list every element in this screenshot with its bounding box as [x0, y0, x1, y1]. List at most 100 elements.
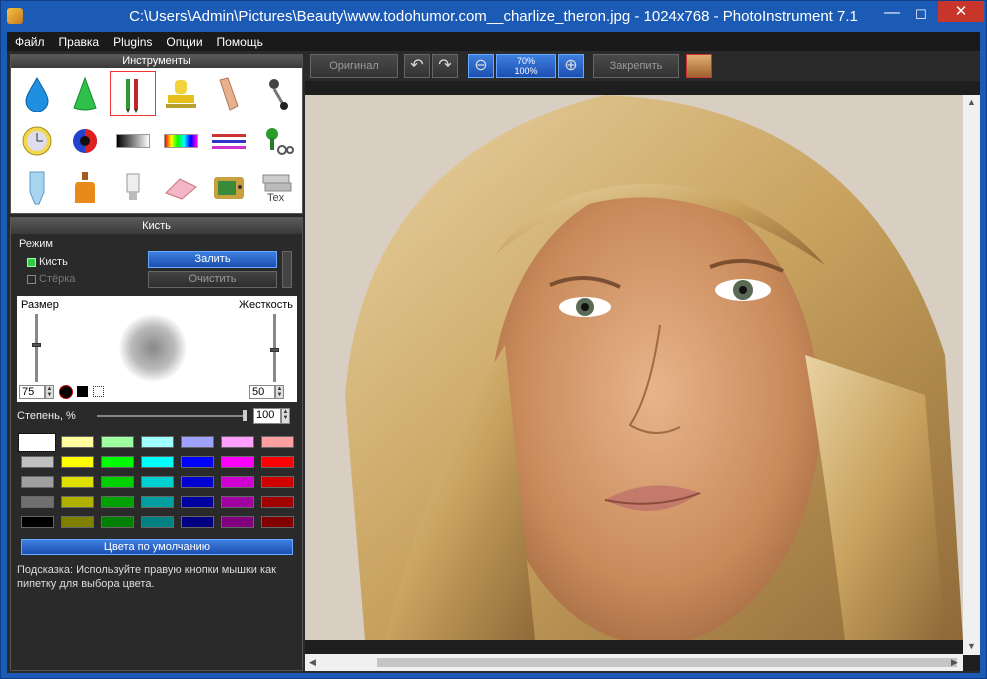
fill-button[interactable]: Залить: [148, 251, 277, 268]
color-swatch[interactable]: [21, 456, 54, 468]
color-swatch[interactable]: [101, 516, 134, 528]
color-swatch[interactable]: [61, 456, 94, 468]
pin-icon[interactable]: [253, 70, 301, 117]
image-viewport[interactable]: ▲ ▼ ◀ ▶: [305, 81, 980, 671]
color-swatch[interactable]: [101, 496, 134, 508]
strength-input[interactable]: 100: [253, 408, 281, 424]
hardness-spinner[interactable]: ▲ ▼: [275, 385, 284, 399]
color-swatch[interactable]: [101, 456, 134, 468]
color-swatch[interactable]: [221, 496, 254, 508]
color-swatch[interactable]: [261, 436, 294, 448]
color-swatch[interactable]: [141, 436, 174, 448]
eraser-option-label: Стёрка: [39, 273, 76, 285]
size-input[interactable]: 75: [19, 385, 45, 399]
color-swatch[interactable]: [61, 436, 94, 448]
eraser-icon[interactable]: [157, 164, 205, 211]
close-button[interactable]: ✕: [938, 1, 984, 22]
strength-spinner[interactable]: ▲ ▼: [281, 408, 290, 424]
round-brush-icon[interactable]: [59, 385, 73, 399]
maximize-button[interactable]: ☐: [910, 5, 932, 25]
text-layers-icon[interactable]: Tex: [253, 164, 301, 211]
color-swatch[interactable]: [61, 516, 94, 528]
color-swatch[interactable]: [141, 476, 174, 488]
color-swatch[interactable]: [261, 496, 294, 508]
color-swatch[interactable]: [261, 516, 294, 528]
redo-icon[interactable]: ↷: [432, 54, 458, 78]
color-swatch[interactable]: [141, 456, 174, 468]
undo-icon[interactable]: ↶: [404, 54, 430, 78]
zoom-in-icon[interactable]: ⊕: [558, 54, 584, 78]
hardness-input[interactable]: 50: [249, 385, 275, 399]
color-swatch[interactable]: [18, 433, 56, 452]
menu-file[interactable]: Файл: [7, 32, 51, 49]
original-button[interactable]: Оригинал: [310, 54, 398, 78]
color-swatch[interactable]: [261, 456, 294, 468]
menu-plugins[interactable]: Plugins: [105, 32, 158, 49]
color-swatch[interactable]: [21, 496, 54, 508]
zoom-toggle[interactable]: 70% 100%: [496, 54, 556, 78]
thumbnail-icon[interactable]: [686, 54, 712, 78]
menu-options[interactable]: Опции: [158, 32, 208, 49]
color-swatch[interactable]: [221, 516, 254, 528]
bottle-icon[interactable]: [61, 164, 109, 211]
color-swatch[interactable]: [261, 476, 294, 488]
panel-scroll-handle[interactable]: [282, 251, 292, 288]
stamp-icon[interactable]: [157, 70, 205, 117]
color-swatch[interactable]: [21, 476, 54, 488]
size-slider-knob[interactable]: [32, 343, 41, 347]
color-swatch[interactable]: [61, 476, 94, 488]
default-colors-button[interactable]: Цвета по умолчанию: [21, 539, 293, 555]
selection-brush-icon[interactable]: [93, 386, 104, 397]
strength-slider[interactable]: [97, 415, 247, 417]
scissors-plant-icon[interactable]: [253, 117, 301, 164]
strength-slider-knob[interactable]: [243, 410, 247, 421]
tv-icon[interactable]: [205, 164, 253, 211]
color-swatch[interactable]: [61, 496, 94, 508]
eraser-checkbox[interactable]: [27, 275, 36, 284]
clear-button[interactable]: Очистить: [148, 271, 277, 288]
color-swatch[interactable]: [181, 436, 214, 448]
clock-icon[interactable]: [13, 117, 61, 164]
color-swatch[interactable]: [221, 456, 254, 468]
color-swatch[interactable]: [141, 496, 174, 508]
scroll-left-icon[interactable]: ◀: [309, 657, 316, 668]
horizontal-scrollbar[interactable]: ◀ ▶: [305, 654, 963, 671]
color-swatch[interactable]: [141, 516, 174, 528]
size-spinner[interactable]: ▲ ▼: [45, 385, 54, 399]
scroll-down-icon[interactable]: ▼: [967, 641, 976, 651]
color-swatch[interactable]: [221, 436, 254, 448]
color-swatch[interactable]: [181, 456, 214, 468]
drop-icon[interactable]: [13, 70, 61, 117]
horizontal-scroll-thumb[interactable]: [377, 658, 957, 667]
color-swatch[interactable]: [181, 476, 214, 488]
color-swatch[interactable]: [101, 476, 134, 488]
scroll-up-icon[interactable]: ▲: [967, 97, 976, 107]
rainbow-icon[interactable]: [157, 117, 205, 164]
menu-edit[interactable]: Правка: [51, 32, 106, 49]
square-brush-icon[interactable]: [77, 386, 88, 397]
gradient-icon[interactable]: [109, 117, 157, 164]
lightbulb-icon[interactable]: [109, 164, 157, 211]
title-bar[interactable]: C:\Users\Admin\Pictures\Beauty\www.todoh…: [1, 1, 986, 32]
color-swatch[interactable]: [181, 516, 214, 528]
vertical-scrollbar[interactable]: ▲ ▼: [963, 95, 980, 655]
brush-checkbox[interactable]: [27, 258, 36, 267]
color-circle-icon[interactable]: [61, 117, 109, 164]
hardness-slider-knob[interactable]: [270, 348, 279, 352]
portrait-photo[interactable]: [305, 95, 963, 640]
minimize-button[interactable]: —: [881, 5, 903, 25]
lines-icon[interactable]: [205, 117, 253, 164]
cone-icon[interactable]: [61, 70, 109, 117]
color-swatch[interactable]: [21, 516, 54, 528]
brush-pencil-icon[interactable]: [109, 70, 157, 117]
color-swatch[interactable]: [181, 496, 214, 508]
size-slider[interactable]: [35, 314, 38, 382]
color-swatch[interactable]: [101, 436, 134, 448]
color-swatch[interactable]: [221, 476, 254, 488]
menu-help[interactable]: Помощь: [209, 32, 269, 49]
zoom-out-icon[interactable]: ⊖: [468, 54, 494, 78]
scroll-right-icon[interactable]: ▶: [951, 657, 958, 668]
pin-button[interactable]: Закрепить: [593, 54, 679, 78]
finger-icon[interactable]: [205, 70, 253, 117]
tube-icon[interactable]: [13, 164, 61, 211]
